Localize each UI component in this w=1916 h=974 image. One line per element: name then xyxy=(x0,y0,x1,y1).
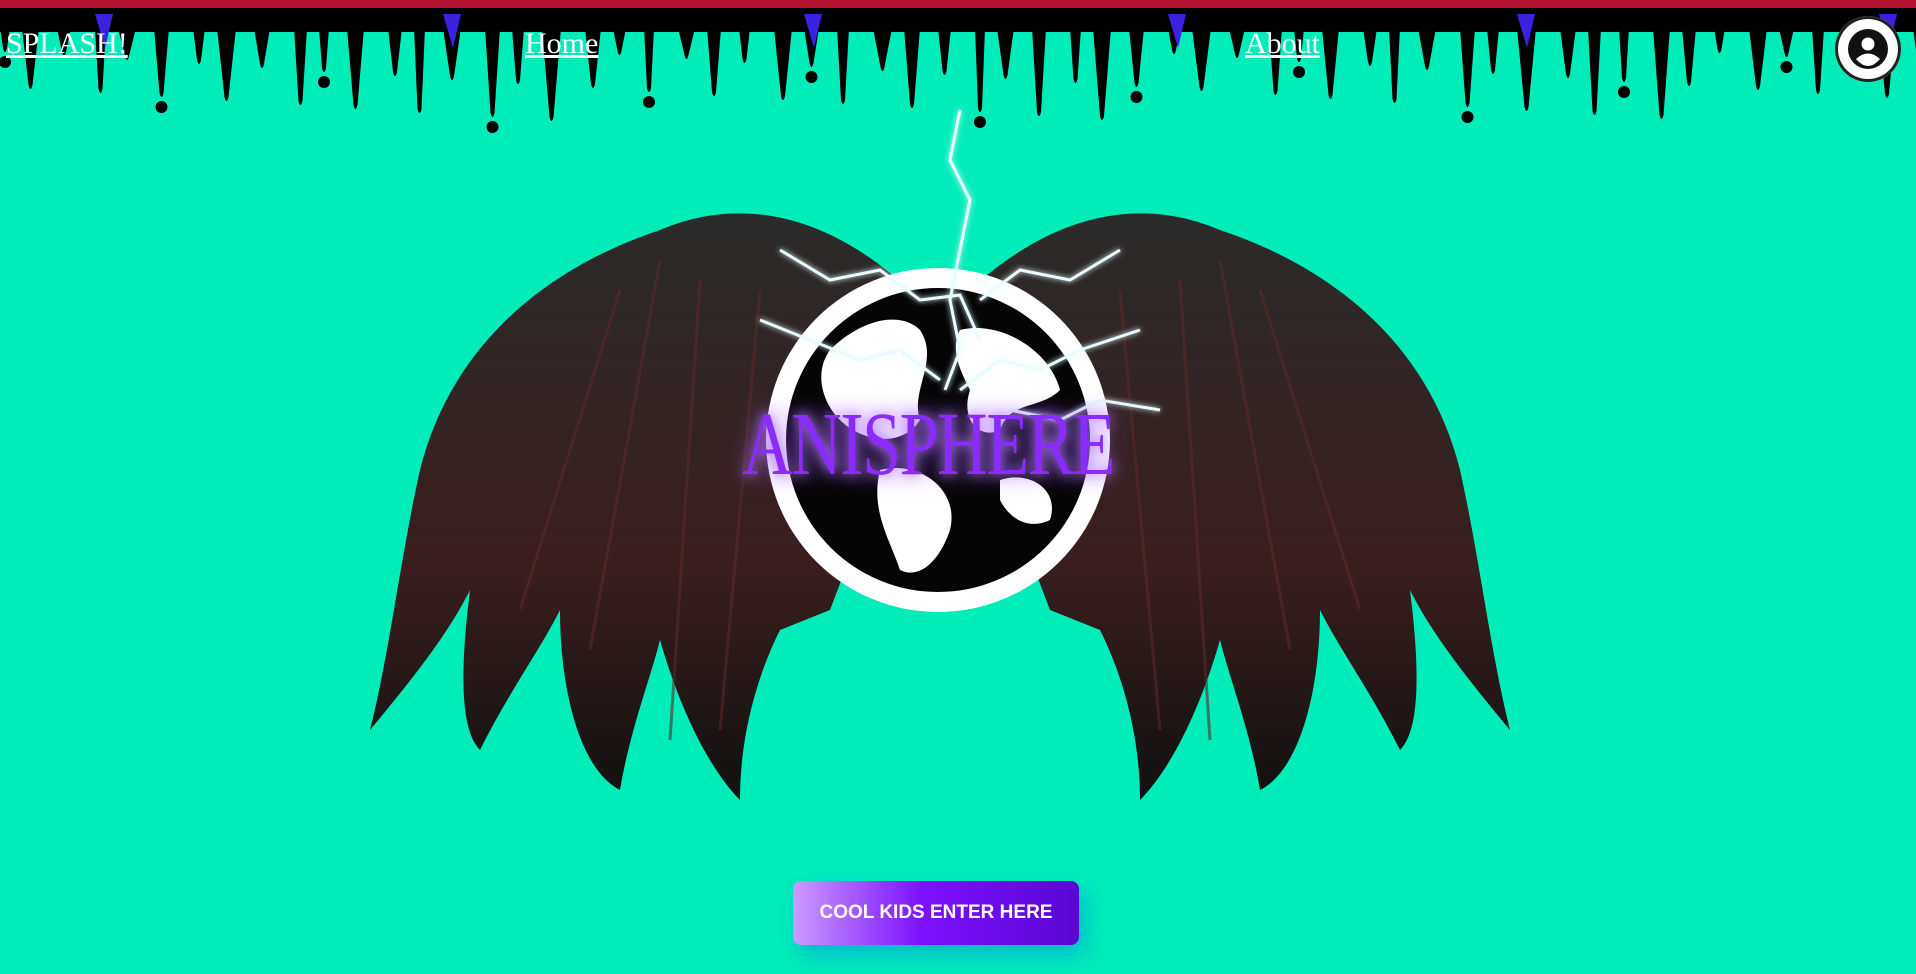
nav-brand-link[interactable]: SPLASH! xyxy=(6,24,128,64)
account-circle-icon xyxy=(1848,29,1888,69)
page: SPLASH! Home About ANISPHERE COOL KIDS E… xyxy=(0,0,1916,974)
account-button[interactable] xyxy=(1835,16,1901,82)
top-stripe xyxy=(0,0,1916,8)
nav-home-link[interactable]: Home xyxy=(525,24,598,64)
logo-text: ANISPHERE xyxy=(742,395,1116,494)
enter-button[interactable]: COOL KIDS ENTER HERE xyxy=(793,881,1079,945)
nav-about-link[interactable]: About xyxy=(1245,24,1320,64)
